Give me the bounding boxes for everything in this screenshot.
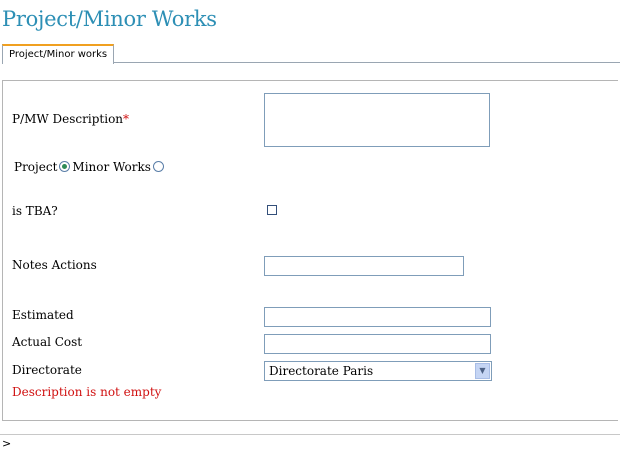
directorate-selected-value: Directorate Paris	[269, 364, 374, 378]
footer-divider	[0, 434, 620, 435]
directorate-select[interactable]: Directorate Paris ▼	[264, 361, 492, 381]
tba-label: is TBA?	[12, 204, 58, 218]
tba-checkbox[interactable]	[267, 205, 277, 215]
project-radio[interactable]	[59, 161, 71, 172]
required-marker: *	[123, 112, 130, 126]
chevron-down-icon[interactable]: ▼	[475, 363, 490, 379]
tab-project-minor-works[interactable]: Project/Minor works	[2, 44, 115, 64]
actual-cost-label: Actual Cost	[12, 335, 83, 349]
minor-works-radio-label: Minor Works	[72, 160, 151, 174]
minor-works-radio[interactable]	[152, 161, 164, 172]
description-label-text: P/MW Description	[12, 112, 124, 126]
project-radio-label: Project	[14, 160, 58, 174]
footer-prompt: >	[2, 437, 12, 450]
page-title: Project/Minor Works	[2, 7, 217, 31]
type-radio-group: Project Minor Works	[14, 160, 166, 174]
directorate-label: Directorate	[12, 363, 82, 377]
estimated-input[interactable]	[264, 307, 491, 327]
error-message: Description is not empty	[12, 385, 162, 399]
description-label: P/MW Description*	[12, 112, 129, 126]
actual-cost-input[interactable]	[264, 334, 491, 354]
notes-actions-input[interactable]	[264, 256, 464, 276]
notes-actions-label: Notes Actions	[12, 258, 97, 272]
estimated-label: Estimated	[12, 308, 74, 322]
description-textarea[interactable]	[264, 93, 490, 147]
